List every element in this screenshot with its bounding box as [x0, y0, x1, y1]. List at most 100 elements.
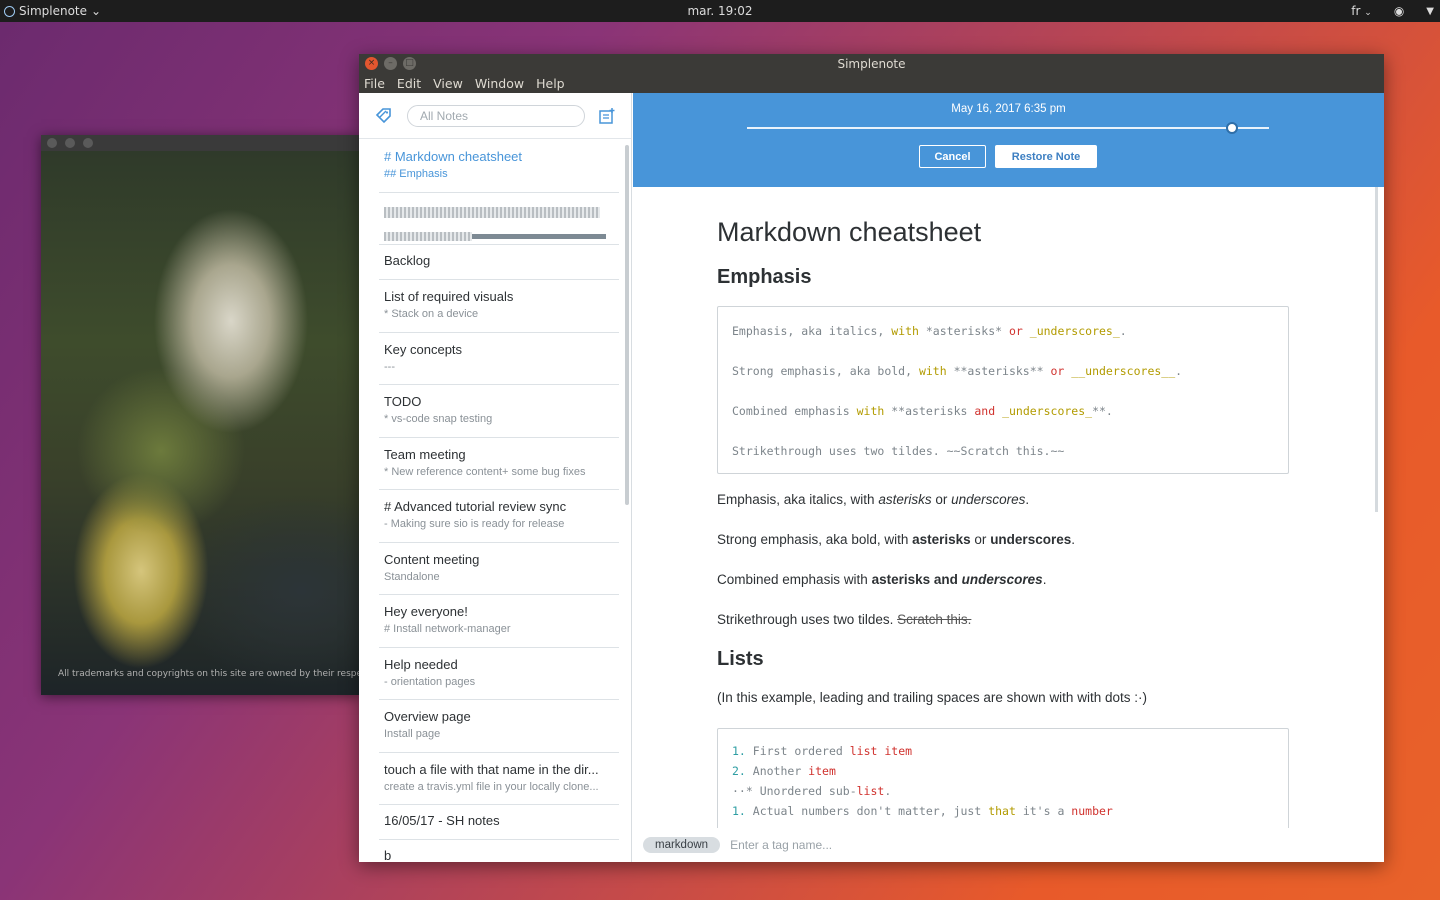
note-title: # Advanced tutorial review sync [384, 499, 567, 514]
note-preview: * New reference content+ some bug fixes [384, 465, 586, 478]
paragraph-bold: Strong emphasis, aka bold, with asterisk… [717, 532, 1075, 547]
sidebar-header: All Notes [359, 93, 631, 139]
maximize-icon[interactable]: □ [403, 57, 416, 70]
note-editor[interactable]: Markdown cheatsheet Emphasis Emphasis, a… [633, 187, 1384, 828]
menubar: File Edit View Window Help [359, 73, 1384, 93]
network-icon[interactable]: ▼ [1426, 6, 1434, 17]
note-item-team-meeting[interactable]: Team meeting * New reference content+ so… [379, 438, 619, 490]
note-title: 16/05/17 - SH notes [384, 813, 500, 828]
simplenote-window: × – □ Simplenote File Edit View Window H… [359, 54, 1384, 862]
app-name: Simplenote [19, 4, 88, 18]
menu-window[interactable]: Window [475, 76, 524, 91]
tag-chip-markdown[interactable]: markdown [643, 837, 721, 853]
note-preview: Install page [384, 728, 441, 740]
code-line: 1. First ordered list item [732, 744, 913, 758]
search-input[interactable]: All Notes [407, 104, 585, 127]
restore-note-button[interactable]: Restore Note [995, 145, 1097, 168]
code-block-lists: 1. First ordered list item 2. Another it… [717, 728, 1289, 828]
note-title: TODO [384, 394, 422, 409]
heading-lists: Lists [717, 648, 764, 670]
tags-icon[interactable] [373, 104, 397, 128]
top-panel: Simplenote ⌄ mar. 19:02 fr ⌄ ◉ ▼ [0, 0, 1440, 22]
note-item-key-concepts[interactable]: Key concepts --- [379, 333, 619, 385]
tag-bar: markdown Enter a tag name... [633, 828, 1384, 862]
note-item-loading[interactable] [379, 193, 619, 245]
note-title: Overview page [384, 709, 471, 724]
editor-pane: May 16, 2017 6:35 pm Cancel Restore Note… [633, 93, 1384, 862]
menu-edit[interactable]: Edit [397, 76, 421, 91]
note-list: # Markdown cheatsheet ## Emphasis Backlo… [359, 140, 627, 862]
menu-view[interactable]: View [433, 76, 463, 91]
note-sidebar: All Notes # Markdown cheatsheet ## Empha… [359, 93, 632, 862]
minimize-icon[interactable]: – [384, 57, 397, 70]
revision-date: May 16, 2017 6:35 pm [951, 103, 1066, 115]
paragraph-lists-intro: (In this example, leading and trailing s… [717, 690, 1147, 705]
bg-caption: All trademarks and copyrights on this si… [58, 669, 393, 679]
note-item-help-needed[interactable]: Help needed - orientation pages [379, 648, 619, 700]
rendered-markdown: Markdown cheatsheet Emphasis Emphasis, a… [717, 217, 1289, 828]
revision-history-bar: May 16, 2017 6:35 pm Cancel Restore Note [633, 93, 1384, 187]
app-menu[interactable]: Simplenote ⌄ [0, 4, 101, 18]
note-item-markdown-cheatsheet[interactable]: # Markdown cheatsheet ## Emphasis [379, 140, 619, 193]
tag-input[interactable]: Enter a tag name... [730, 838, 832, 852]
menu-help[interactable]: Help [536, 76, 565, 91]
chevron-down-icon: ⌄ [91, 4, 102, 18]
note-item-todo[interactable]: TODO * vs-code snap testing [379, 385, 619, 438]
document-title: Markdown cheatsheet [717, 217, 982, 247]
note-item-content-meeting[interactable]: Content meeting Standalone [379, 543, 619, 595]
note-title: Team meeting [384, 446, 466, 462]
note-title: List of required visuals [384, 289, 514, 304]
note-item-backlog[interactable]: Backlog [379, 245, 619, 280]
code-block-emphasis: Emphasis, aka italics, with *asterisks* … [717, 306, 1289, 474]
note-list-scrollbar[interactable] [625, 145, 629, 505]
note-preview: * vs-code snap testing [384, 413, 493, 425]
note-title: # Markdown cheatsheet [384, 149, 523, 164]
note-preview: # Install network-manager [384, 623, 511, 635]
close-icon[interactable] [47, 138, 57, 148]
minimize-icon[interactable] [65, 138, 75, 148]
code-line: Emphasis, aka italics, with *asterisks* … [732, 324, 1127, 338]
note-preview: ## Emphasis [384, 168, 448, 180]
code-line: Combined emphasis with **asterisks and _… [732, 404, 1113, 418]
clock[interactable]: mar. 19:02 [0, 4, 1440, 18]
close-icon[interactable]: × [365, 57, 378, 70]
window-titlebar[interactable]: × – □ Simplenote [359, 54, 1384, 73]
note-item-touch-file[interactable]: touch a file with that name in the dir..… [379, 753, 619, 805]
note-item-hey-everyone[interactable]: Hey everyone! # Install network-manager [379, 595, 619, 648]
loading-progress-bar [472, 233, 606, 239]
paragraph-strikethrough: Strikethrough uses two tildes. Scratch t… [717, 612, 972, 627]
note-item-overview-page[interactable]: Overview page Install page [379, 700, 619, 753]
simplenote-icon [4, 5, 15, 17]
note-title: Backlog [384, 253, 431, 268]
note-title: b [384, 848, 392, 862]
note-title: Key concepts [384, 341, 463, 357]
editor-scrollbar[interactable] [1375, 187, 1378, 512]
note-item-tutorial-review[interactable]: # Advanced tutorial review sync - Making… [379, 490, 619, 543]
maximize-icon[interactable] [83, 138, 93, 148]
paragraph-combined: Combined emphasis with asterisks and und… [717, 572, 1047, 587]
note-item-required-visuals[interactable]: List of required visuals * Stack on a de… [379, 280, 619, 333]
language-indicator[interactable]: fr ⌄ [1351, 4, 1372, 18]
heading-emphasis: Emphasis [717, 266, 812, 288]
background-window[interactable]: All trademarks and copyrights on this si… [41, 135, 392, 695]
new-note-icon[interactable] [595, 104, 619, 128]
revision-slider-thumb[interactable] [1226, 122, 1239, 134]
cancel-button[interactable]: Cancel [919, 145, 986, 168]
menu-file[interactable]: File [364, 76, 385, 91]
code-line: 1. Actual numbers don't matter, just tha… [732, 804, 1113, 818]
note-item-sh-notes[interactable]: 16/05/17 - SH notes [379, 805, 619, 840]
chevron-down-icon: ⌄ [1364, 8, 1372, 18]
code-line: Strong emphasis, aka bold, with **asteri… [732, 364, 1183, 378]
note-item-b[interactable]: b [379, 840, 619, 862]
note-preview: --- [384, 360, 395, 373]
system-menu-icon[interactable]: ◉ [1394, 4, 1404, 18]
revision-slider[interactable] [747, 127, 1269, 129]
code-line: 2. Another item [732, 764, 836, 778]
loading-placeholder [384, 231, 472, 241]
note-preview: Standalone [384, 570, 440, 583]
note-preview: - Making sure sio is ready for release [384, 518, 565, 530]
bg-window-titlebar[interactable] [41, 135, 361, 151]
loading-placeholder [384, 206, 600, 218]
window-title: Simplenote [837, 56, 906, 71]
note-preview: * Stack on a device [384, 308, 479, 320]
